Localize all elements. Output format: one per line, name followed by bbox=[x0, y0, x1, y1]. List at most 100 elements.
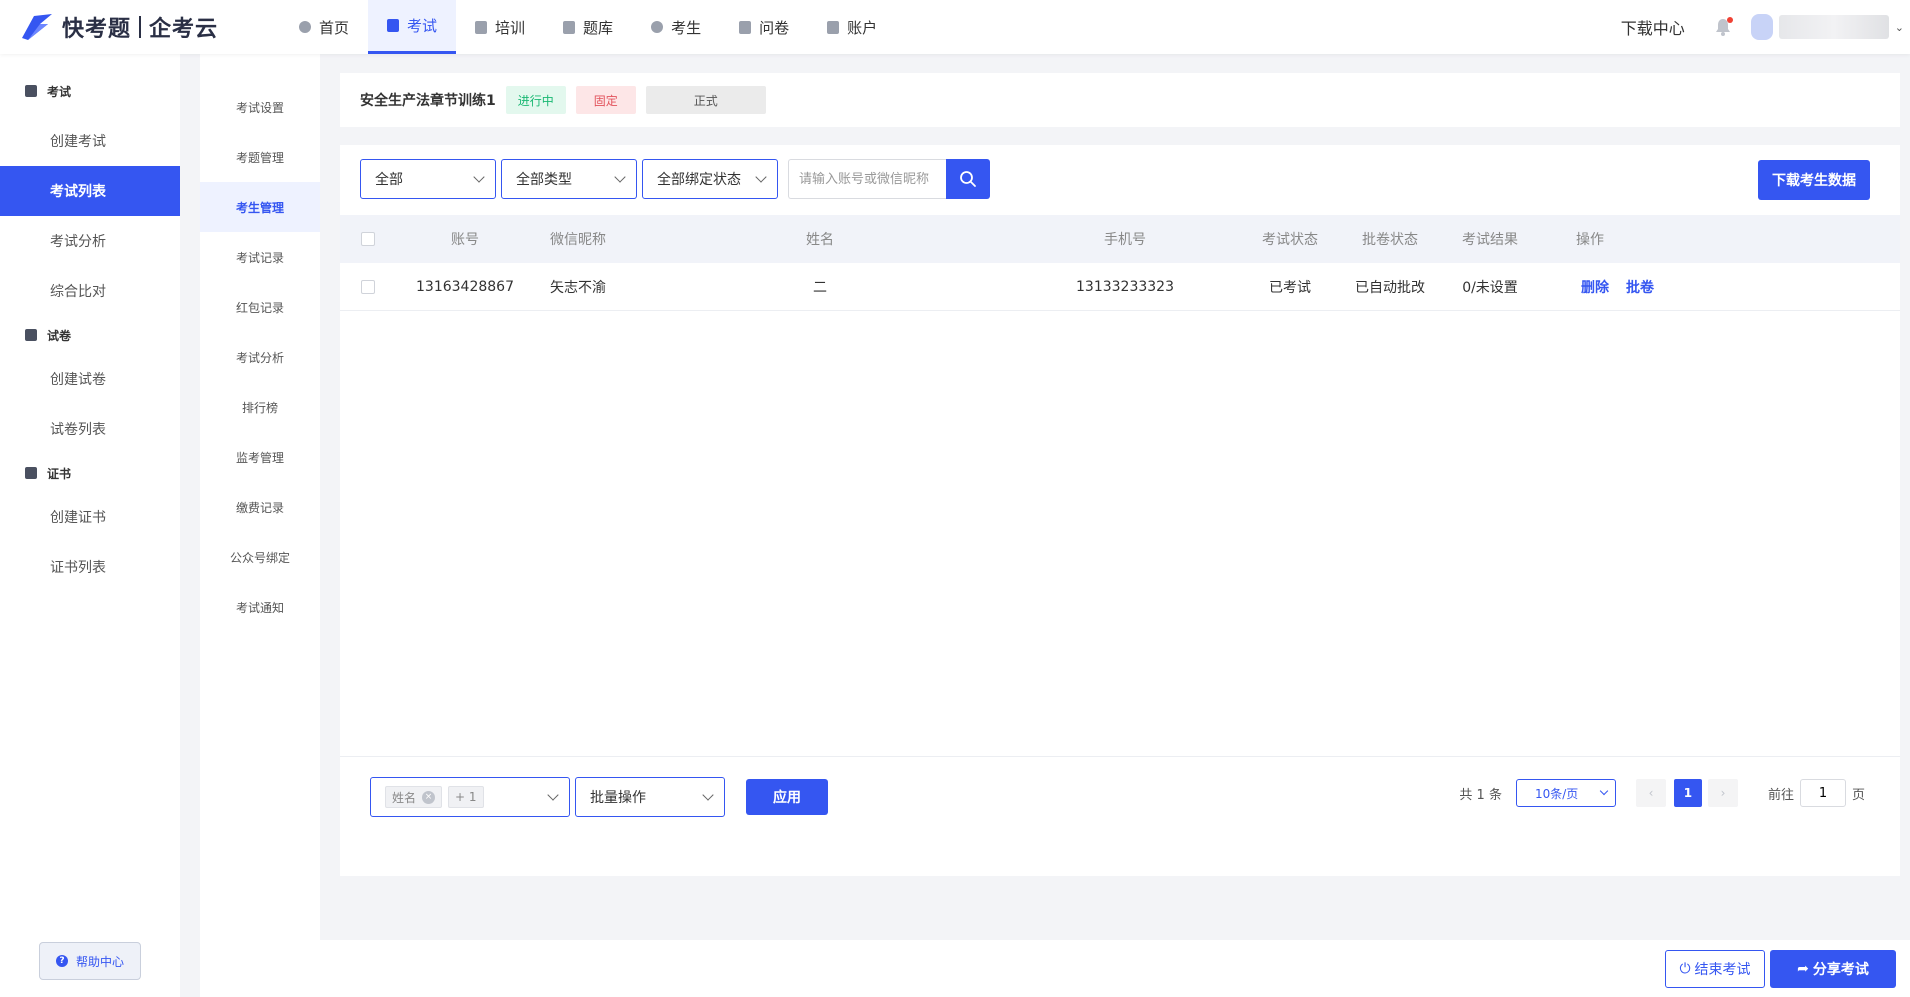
sidebar-item-comparison[interactable]: 综合比对 bbox=[0, 266, 180, 316]
close-icon[interactable]: × bbox=[422, 790, 436, 804]
cell-exam-status: 已考试 bbox=[1269, 279, 1311, 296]
nav-item-question-bank[interactable]: 题库 bbox=[544, 0, 632, 54]
row-checkbox[interactable] bbox=[361, 280, 375, 294]
subnav-item-proctoring[interactable]: 监考管理 bbox=[200, 432, 320, 482]
cell-nickname: 矢志不渝 bbox=[550, 279, 606, 296]
sidebar-item-create-exam[interactable]: 创建考试 bbox=[0, 116, 180, 166]
nav-item-survey[interactable]: 问卷 bbox=[720, 0, 808, 54]
sidebar-item-paper-list[interactable]: 试卷列表 bbox=[0, 404, 180, 454]
goto-page-input[interactable] bbox=[1799, 779, 1846, 807]
user-icon bbox=[651, 21, 664, 33]
chevron-down-icon bbox=[547, 789, 559, 801]
sidebar-item-exam-list[interactable]: 考试列表 bbox=[0, 166, 180, 216]
page-size-select[interactable]: 10条/页 bbox=[1515, 779, 1616, 807]
nav-item-account[interactable]: 账户 bbox=[808, 0, 896, 54]
extra-count-chip: + 1 bbox=[448, 786, 484, 808]
nav-item-exam[interactable]: 考试 bbox=[368, 0, 457, 54]
survey-icon bbox=[739, 20, 752, 34]
next-page-button[interactable]: › bbox=[1707, 779, 1738, 807]
nav-item-label: 账户 bbox=[847, 18, 878, 37]
nav-item-label: 考试 bbox=[407, 17, 438, 35]
username-redacted[interactable] bbox=[1778, 15, 1889, 39]
binding-select[interactable]: 全部绑定状态 bbox=[642, 159, 778, 199]
nav-item-label: 考生 bbox=[671, 18, 702, 37]
prev-page-button[interactable]: ‹ bbox=[1635, 779, 1666, 807]
share-icon: ➦ bbox=[1797, 961, 1809, 977]
goto-prefix: 前往 bbox=[1767, 787, 1794, 803]
page-number[interactable]: 1 bbox=[1673, 779, 1702, 807]
subnav-item-leaderboard[interactable]: 排行榜 bbox=[200, 382, 320, 432]
sidebar-group-certificate: 证书 bbox=[0, 454, 180, 492]
table-divider bbox=[340, 756, 1900, 757]
subnav-item-exam-records[interactable]: 考试记录 bbox=[200, 232, 320, 282]
nav-item-candidates[interactable]: 考生 bbox=[632, 0, 720, 54]
type-select[interactable]: 全部类型 bbox=[501, 159, 637, 199]
end-exam-button[interactable]: ⏻ 结束考试 bbox=[1665, 950, 1765, 988]
left-sidebar: 考试 创建考试 考试列表 考试分析 综合比对 试卷 创建试卷 试卷列表 证书 创… bbox=[0, 54, 180, 997]
subnav-item-wechat-binding[interactable]: 公众号绑定 bbox=[200, 532, 320, 582]
search-button[interactable] bbox=[946, 159, 990, 199]
header-exam-status: 考试状态 bbox=[1262, 232, 1318, 248]
subnav-item-red-packet-records[interactable]: 红包记录 bbox=[200, 282, 320, 332]
help-center-label: 帮助中心 bbox=[75, 954, 124, 969]
exam-group-icon bbox=[25, 85, 37, 97]
delete-link[interactable]: 删除 bbox=[1575, 277, 1615, 297]
header-name: 姓名 bbox=[806, 232, 834, 248]
candidate-table: 账号 微信昵称 姓名 手机号 考试状态 批卷状态 考试结果 操作 1316342… bbox=[340, 215, 1900, 311]
top-right-actions: 下载中心 ⌄ bbox=[1621, 0, 1910, 54]
mode-badge: 固定 bbox=[575, 86, 636, 114]
certificate-group-icon bbox=[25, 467, 37, 479]
exam-subnav: 考试设置 考题管理 考生管理 考试记录 红包记录 考试分析 排行榜 监考管理 缴… bbox=[200, 54, 320, 997]
avatar[interactable] bbox=[1750, 14, 1773, 40]
select-all-checkbox[interactable] bbox=[361, 232, 375, 246]
nav-item-label: 问卷 bbox=[759, 18, 790, 37]
sidebar-item-certificate-list[interactable]: 证书列表 bbox=[0, 542, 180, 592]
top-navbar: 快考题 企考云 首页 考试 培训 题库 考生 问卷 账户 下载中心 ⌄ bbox=[0, 0, 1910, 54]
brand-logo[interactable]: 快考题 企考云 bbox=[20, 10, 218, 44]
nav-item-label: 题库 bbox=[583, 18, 614, 37]
chevron-down-icon bbox=[614, 171, 626, 183]
scope-select[interactable]: 全部 bbox=[360, 159, 496, 199]
chevron-down-icon[interactable]: ⌄ bbox=[1895, 21, 1904, 34]
header-nickname: 微信昵称 bbox=[550, 232, 606, 248]
apply-button[interactable]: 应用 bbox=[746, 779, 828, 815]
power-icon: ⏻ bbox=[1679, 961, 1691, 977]
subnav-item-payment-records[interactable]: 缴费记录 bbox=[200, 482, 320, 532]
bulk-actions: 姓名 × + 1 批量操作 应用 bbox=[370, 777, 828, 817]
nav-item-home[interactable]: 首页 bbox=[280, 0, 368, 54]
help-icon: ? bbox=[55, 955, 68, 967]
nav-item-label: 首页 bbox=[319, 18, 350, 37]
sidebar-group-exam: 考试 bbox=[0, 66, 180, 116]
grade-link[interactable]: 批卷 bbox=[1620, 277, 1660, 297]
brand-name-secondary: 企考云 bbox=[149, 17, 219, 42]
sidebar-item-create-paper[interactable]: 创建试卷 bbox=[0, 354, 180, 404]
header-result: 考试结果 bbox=[1462, 232, 1518, 248]
sidebar-item-create-certificate[interactable]: 创建证书 bbox=[0, 492, 180, 542]
bulk-action-select[interactable]: 批量操作 bbox=[575, 777, 725, 817]
search-input[interactable] bbox=[788, 159, 946, 199]
search-group bbox=[788, 159, 990, 199]
download-center-link[interactable]: 下载中心 bbox=[1621, 15, 1685, 39]
table-row: 13163428867 矢志不渝 二 13133233323 已考试 已自动批改… bbox=[340, 263, 1900, 311]
subnav-item-question-management[interactable]: 考题管理 bbox=[200, 132, 320, 182]
binding-select-value: 全部绑定状态 bbox=[657, 172, 741, 188]
sidebar-item-exam-analysis[interactable]: 考试分析 bbox=[0, 216, 180, 266]
subnav-item-exam-analysis[interactable]: 考试分析 bbox=[200, 332, 320, 382]
notification-dot bbox=[1726, 17, 1733, 23]
help-center-button[interactable]: ? 帮助中心 bbox=[39, 942, 141, 980]
subnav-item-exam-notification[interactable]: 考试通知 bbox=[200, 582, 320, 632]
bulk-field-select[interactable]: 姓名 × + 1 bbox=[370, 777, 570, 817]
subnav-item-exam-settings[interactable]: 考试设置 bbox=[200, 82, 320, 132]
nav-item-training[interactable]: 培训 bbox=[456, 0, 544, 54]
share-exam-button[interactable]: ➦ 分享考试 bbox=[1770, 950, 1896, 988]
subnav-item-candidate-management[interactable]: 考生管理 bbox=[200, 182, 320, 232]
header-account: 账号 bbox=[451, 232, 479, 248]
paper-group-icon bbox=[25, 329, 37, 341]
goto-suffix: 页 bbox=[1851, 787, 1865, 803]
share-exam-label: 分享考试 bbox=[1812, 962, 1869, 978]
goto-page: 前往 页 bbox=[1768, 779, 1865, 807]
nav-item-label: 培训 bbox=[495, 18, 526, 37]
bell-icon[interactable] bbox=[1715, 17, 1733, 36]
cell-phone: 13133233323 bbox=[1076, 278, 1174, 295]
download-candidate-data-button[interactable]: 下载考生数据 bbox=[1758, 160, 1870, 200]
